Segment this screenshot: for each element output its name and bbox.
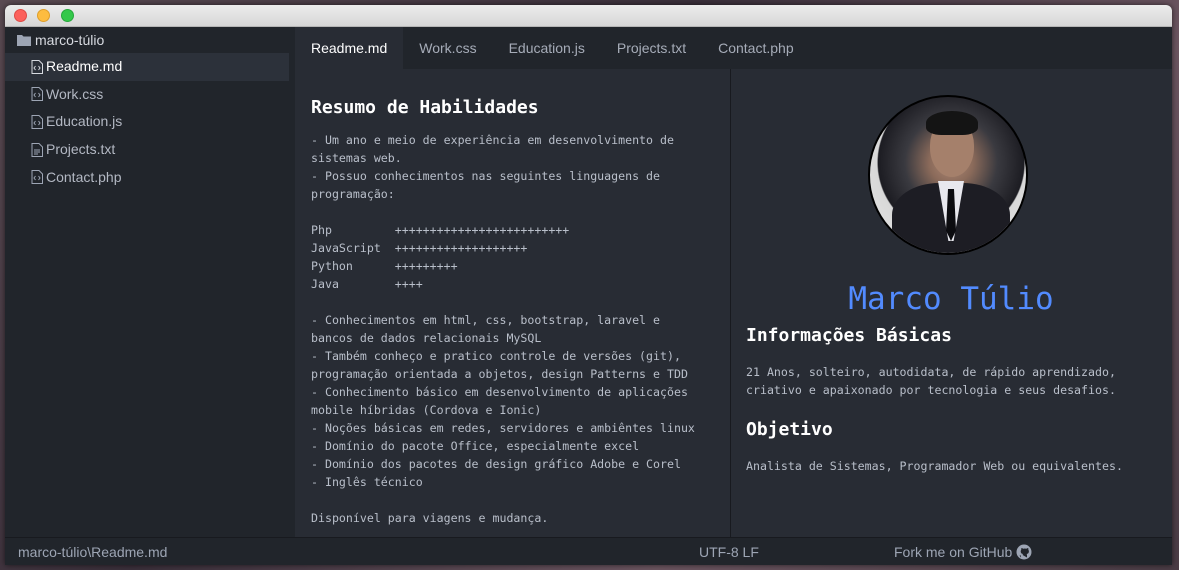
file-icon bbox=[31, 142, 43, 157]
sidebar-item-readme[interactable]: Readme.md bbox=[5, 53, 289, 81]
tab-bar: Readme.md Work.css Education.js Projects… bbox=[295, 27, 1172, 69]
title-bar bbox=[5, 5, 1172, 27]
tab-readme[interactable]: Readme.md bbox=[295, 27, 404, 69]
tab-work[interactable]: Work.css bbox=[403, 27, 492, 69]
sidebar-item-label: Contact.php bbox=[46, 168, 122, 185]
info-text: 21 Anos, solteiro, autodidata, de rápido… bbox=[746, 365, 1116, 397]
readme-pane: Resumo de Habilidades - Um ano e meio de… bbox=[311, 69, 731, 527]
tab-contact[interactable]: Contact.php bbox=[702, 27, 810, 69]
maximize-window-button[interactable] bbox=[61, 9, 74, 22]
sidebar-item-projects[interactable]: Projects.txt bbox=[5, 136, 295, 164]
sidebar-item-label: Education.js bbox=[46, 113, 123, 130]
file-path: marco-túlio\Readme.md bbox=[18, 544, 168, 560]
github-fork-link[interactable]: Fork me on GitHub bbox=[894, 538, 1032, 565]
sidebar-item-work[interactable]: Work.css bbox=[5, 81, 295, 109]
minimize-window-button[interactable] bbox=[37, 9, 50, 22]
file-code-icon bbox=[31, 170, 43, 185]
goal-heading: Objetivo bbox=[746, 419, 833, 440]
skills-text: - Um ano e meio de experiência em desenv… bbox=[311, 133, 695, 525]
app-window: marco-túlio Readme.md Work.css Education… bbox=[5, 5, 1172, 565]
skills-heading: Resumo de Habilidades bbox=[311, 97, 539, 118]
tab-projects[interactable]: Projects.txt bbox=[601, 27, 702, 69]
encoding-indicator[interactable]: UTF-8 LF bbox=[699, 538, 759, 565]
sidebar-item-contact[interactable]: Contact.php bbox=[5, 163, 295, 191]
tab-education[interactable]: Education.js bbox=[493, 27, 601, 69]
status-bar: marco-túlio\Readme.md UTF-8 LF Fork me o… bbox=[5, 537, 1172, 565]
project-root-label: marco-túlio bbox=[35, 32, 105, 48]
sidebar-item-education[interactable]: Education.js bbox=[5, 108, 295, 136]
info-heading: Informações Básicas bbox=[746, 325, 952, 346]
profile-photo bbox=[868, 95, 1028, 255]
profile-name: Marco Túlio bbox=[848, 281, 1054, 317]
github-icon bbox=[1016, 544, 1032, 560]
editor-area: Readme.md Work.css Education.js Projects… bbox=[295, 27, 1172, 537]
pane-divider bbox=[730, 69, 731, 537]
file-code-icon bbox=[31, 87, 43, 102]
project-root-folder[interactable]: marco-túlio bbox=[5, 27, 295, 53]
file-code-icon bbox=[31, 59, 43, 74]
folder-icon bbox=[17, 35, 31, 46]
editor-content: Resumo de Habilidades - Um ano e meio de… bbox=[295, 69, 1172, 537]
sidebar-item-label: Work.css bbox=[46, 85, 104, 102]
file-code-icon bbox=[31, 114, 43, 129]
goal-text: Analista de Sistemas, Programador Web ou… bbox=[746, 459, 1123, 473]
sidebar-item-label: Projects.txt bbox=[46, 141, 116, 158]
file-tree-sidebar: marco-túlio Readme.md Work.css Education… bbox=[5, 27, 295, 537]
github-fork-label: Fork me on GitHub bbox=[894, 544, 1013, 560]
sidebar-item-label: Readme.md bbox=[46, 58, 123, 75]
close-window-button[interactable] bbox=[14, 9, 27, 22]
